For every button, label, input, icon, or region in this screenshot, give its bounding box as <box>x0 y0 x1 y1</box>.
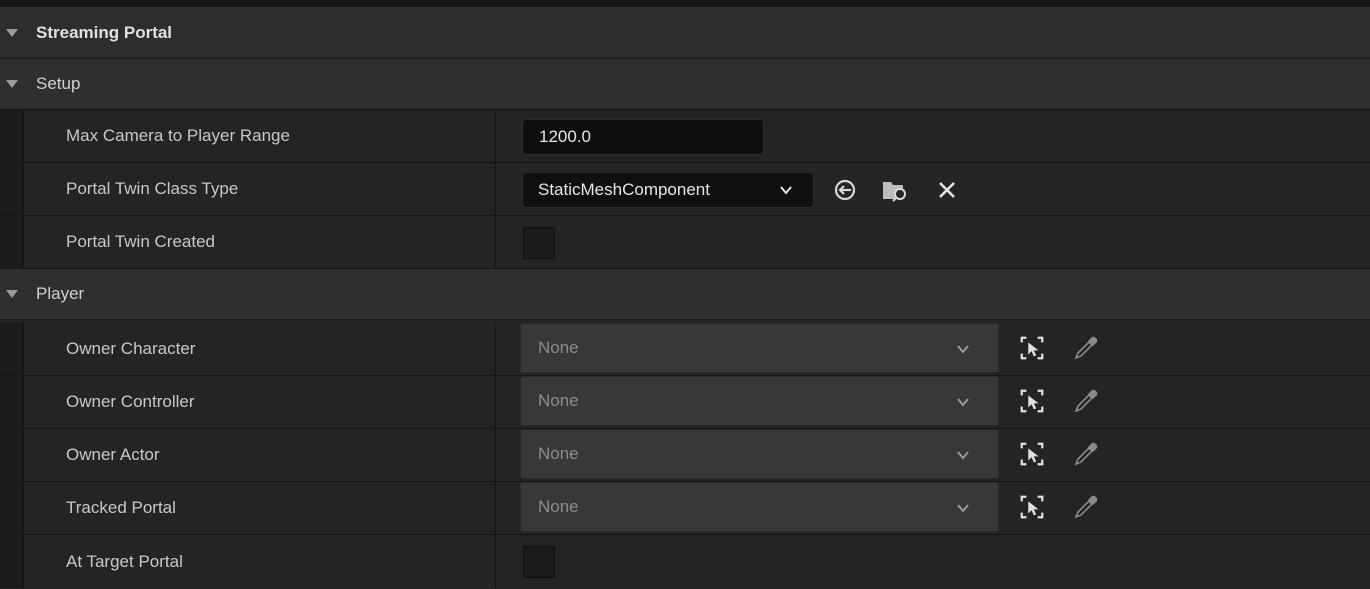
property-max-camera-range: Max Camera to Player Range 1200.0 <box>0 110 1370 163</box>
at-target-portal-checkbox[interactable] <box>523 546 555 578</box>
category-player[interactable]: Player <box>0 269 1370 320</box>
expand-arrow-icon[interactable] <box>6 80 18 88</box>
column-splitter[interactable] <box>495 110 496 162</box>
row-gutter <box>0 110 24 162</box>
max-camera-range-input[interactable]: 1200.0 <box>522 119 764 155</box>
property-portal-twin-class-type: Portal Twin Class Type StaticMeshCompone… <box>0 163 1370 216</box>
eyedropper-icon[interactable] <box>1072 440 1100 468</box>
property-label: Tracked Portal <box>66 498 176 517</box>
class-type-dropdown[interactable]: StaticMeshComponent <box>522 172 814 208</box>
column-splitter[interactable] <box>495 323 496 375</box>
property-at-target-portal: At Target Portal <box>0 535 1370 588</box>
row-gutter <box>0 216 24 268</box>
clear-x-icon[interactable] <box>933 176 961 204</box>
chevron-down-icon <box>957 398 969 407</box>
class-type-value: StaticMeshComponent <box>538 180 710 199</box>
property-owner-actor: Owner Actor None <box>0 429 1370 482</box>
category-label: Setup <box>36 74 81 93</box>
column-splitter[interactable] <box>495 535 496 588</box>
eyedropper-icon[interactable] <box>1072 387 1100 415</box>
property-label: Portal Twin Created <box>66 232 215 251</box>
picker-value: None <box>538 497 579 516</box>
column-splitter[interactable] <box>495 429 496 481</box>
category-streaming-portal[interactable]: Streaming Portal <box>0 7 1370 59</box>
property-owner-character: Owner Character None <box>0 323 1370 376</box>
property-label: Portal Twin Class Type <box>66 179 239 198</box>
pick-actor-icon[interactable] <box>1018 387 1046 415</box>
property-owner-controller: Owner Controller None <box>0 376 1370 429</box>
property-label: Owner Character <box>66 339 196 358</box>
category-label: Player <box>36 284 85 303</box>
picker-value: None <box>538 338 579 357</box>
details-panel: Streaming Portal Setup Max Camera to Pla… <box>0 7 1370 589</box>
property-label: Max Camera to Player Range <box>66 126 290 145</box>
expand-arrow-icon[interactable] <box>6 28 18 37</box>
portal-twin-created-checkbox[interactable] <box>523 227 555 259</box>
property-tracked-portal: Tracked Portal None <box>0 482 1370 535</box>
column-splitter[interactable] <box>495 216 496 268</box>
property-label: Owner Controller <box>66 392 195 411</box>
column-splitter[interactable] <box>495 376 496 428</box>
chevron-down-icon <box>957 504 969 513</box>
chevron-down-icon <box>957 345 969 354</box>
use-selected-arrow-icon[interactable] <box>831 176 859 204</box>
column-splitter[interactable] <box>495 163 496 215</box>
browse-folder-icon[interactable] <box>881 176 909 204</box>
column-splitter[interactable] <box>495 482 496 534</box>
tracked-portal-picker[interactable]: None <box>520 482 999 532</box>
chevron-down-icon <box>780 186 792 195</box>
row-gutter <box>0 376 24 428</box>
row-gutter <box>0 535 24 588</box>
eyedropper-icon[interactable] <box>1072 334 1100 362</box>
owner-character-picker[interactable]: None <box>520 323 999 373</box>
pick-actor-icon[interactable] <box>1018 493 1046 521</box>
row-gutter <box>0 163 24 215</box>
row-gutter <box>0 323 24 375</box>
picker-value: None <box>538 444 579 463</box>
row-gutter <box>0 429 24 481</box>
property-label: Owner Actor <box>66 445 160 464</box>
pick-actor-icon[interactable] <box>1018 440 1046 468</box>
property-label: At Target Portal <box>66 551 183 571</box>
chevron-down-icon <box>957 451 969 460</box>
row-gutter <box>0 482 24 534</box>
eyedropper-icon[interactable] <box>1072 493 1100 521</box>
pick-actor-icon[interactable] <box>1018 334 1046 362</box>
owner-controller-picker[interactable]: None <box>520 376 999 426</box>
expand-arrow-icon[interactable] <box>6 290 18 298</box>
category-setup[interactable]: Setup <box>0 59 1370 110</box>
category-label: Streaming Portal <box>36 22 173 42</box>
picker-value: None <box>538 391 579 410</box>
property-portal-twin-created: Portal Twin Created <box>0 216 1370 269</box>
owner-actor-picker[interactable]: None <box>520 429 999 479</box>
